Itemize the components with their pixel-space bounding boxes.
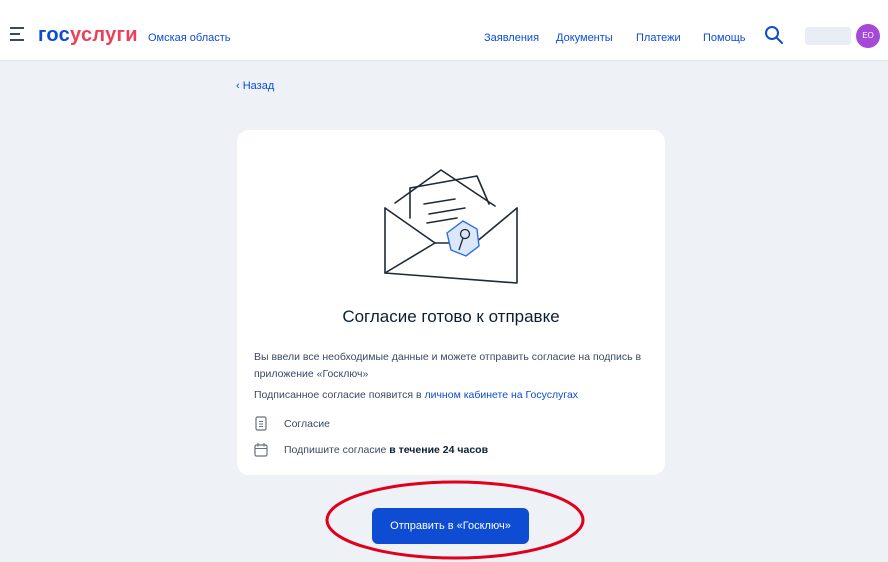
document-icon [255,416,267,431]
top-strip [0,0,888,10]
user-name-box[interactable] [805,27,851,45]
deadline-text: Подпишите согласие в течение 24 часов [284,444,488,456]
card-description: Вы ввели все необходимые данные и можете… [254,351,642,380]
site-header: госуслуги Омская область Заявления Докум… [0,10,888,61]
card-note-text: Подписанное согласие появится в [254,389,425,401]
consent-card: Согласие готово к отправке Вы ввели все … [237,130,665,475]
nav-applications[interactable]: Заявления [484,32,539,44]
deadline-prefix: Подпишите согласие [284,444,390,456]
menu-icon[interactable] [10,27,24,41]
document-label: Согласие [284,418,330,430]
back-link[interactable]: ‹ Назад [236,80,274,92]
region-selector[interactable]: Омская область [148,32,231,44]
envelope-key-illustration [384,169,518,284]
calendar-icon [254,443,268,457]
logo-part-uslugi: услуги [70,24,138,46]
nav-documents[interactable]: Документы [556,32,613,44]
card-title: Согласие готово к отправке [342,307,560,326]
avatar[interactable]: ЕО [856,24,880,48]
card-note: Подписанное согласие появится в личном к… [254,389,578,401]
logo-part-gos: гос [38,24,71,46]
personal-account-link[interactable]: личном кабинете на Госуслугах [424,389,578,401]
nav-payments[interactable]: Платежи [636,32,681,44]
send-to-goskey-button[interactable]: Отправить в «Госключ» [372,508,529,544]
nav-help[interactable]: Помощь [703,32,746,44]
deadline-bold: в течение 24 часов [389,444,489,456]
search-icon[interactable] [764,25,784,45]
gosuslugi-logo[interactable]: госуслуги [38,24,138,47]
